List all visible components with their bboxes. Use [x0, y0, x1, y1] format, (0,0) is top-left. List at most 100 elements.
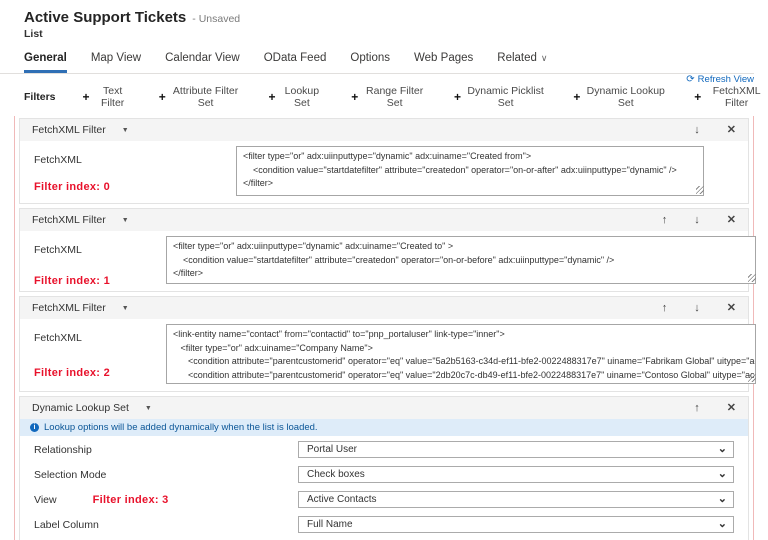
relationship-label: Relationship	[20, 444, 298, 456]
selection-mode-label: Selection Mode	[20, 469, 298, 481]
add-dynamic-lookup-set-label: Dynamic Lookup Set	[584, 85, 667, 109]
add-range-filter-set-label: Range Filter Set	[362, 85, 427, 109]
page-title: Active Support Tickets	[24, 9, 186, 26]
plus-icon: +	[694, 91, 701, 103]
section-header[interactable]: Dynamic Lookup Set ▼ ↑ ✕	[20, 397, 748, 419]
tab-web-pages[interactable]: Web Pages	[414, 52, 473, 73]
add-attribute-filter-set-label: Attribute Filter Set	[170, 85, 242, 109]
fetchxml-filter-section-0: FetchXML Filter ▼ ↓ ✕ FetchXML Filter in…	[19, 118, 749, 204]
tab-odata-feed-label: OData Feed	[264, 52, 327, 64]
selection-mode-value: Check boxes	[299, 469, 365, 480]
section-header[interactable]: FetchXML Filter ▼ ↓ ✕	[20, 119, 748, 141]
fetchxml-filter-section-2: FetchXML Filter ▼ ↑ ↓ ✕ FetchXML Filter …	[19, 296, 749, 392]
section-title: FetchXML Filter	[32, 302, 106, 314]
tab-web-pages-label: Web Pages	[414, 52, 473, 64]
filter-index-annotation: Filter index: 3	[93, 494, 169, 506]
section-title: FetchXML Filter	[32, 214, 106, 226]
tab-calendar-view[interactable]: Calendar View	[165, 52, 240, 73]
add-dynamic-picklist-set-label: Dynamic Picklist Set	[465, 85, 546, 109]
plus-icon: +	[351, 91, 358, 103]
delete-section-icon[interactable]: ✕	[727, 403, 736, 414]
section-title: FetchXML Filter	[32, 124, 106, 136]
view-label: View	[34, 494, 57, 506]
collapse-icon[interactable]: ▼	[145, 405, 152, 412]
move-up-icon[interactable]: ↑	[662, 303, 668, 314]
filters-toolbar: Filters + Text Filter + Attribute Filter S…	[0, 74, 768, 116]
view-value: Active Contacts	[299, 494, 376, 505]
label-column-value: Full Name	[299, 519, 353, 530]
section-header[interactable]: FetchXML Filter ▼ ↑ ↓ ✕	[20, 297, 748, 319]
delete-section-icon[interactable]: ✕	[727, 303, 736, 314]
add-range-filter-set-button[interactable]: + Range Filter Set	[351, 85, 427, 109]
tab-options[interactable]: Options	[350, 52, 390, 73]
section-header[interactable]: FetchXML Filter ▼ ↑ ↓ ✕	[20, 209, 748, 231]
resize-grip[interactable]	[748, 274, 756, 282]
move-down-icon[interactable]: ↓	[694, 303, 700, 314]
chevron-down-icon: ⌄	[718, 446, 727, 453]
selection-mode-select[interactable]: Check boxes ⌄	[298, 466, 734, 483]
tab-map-view-label: Map View	[91, 52, 141, 64]
page-header: Active Support Tickets - Unsaved List	[0, 0, 768, 40]
delete-section-icon[interactable]: ✕	[727, 215, 736, 226]
chevron-down-icon: ⌄	[718, 496, 727, 503]
tab-options-label: Options	[350, 52, 390, 64]
add-fetchxml-filter-label: FetchXML Filter	[705, 85, 768, 109]
resize-grip[interactable]	[696, 186, 704, 194]
view-row: View Filter index: 3 Active Contacts ⌄	[20, 488, 748, 511]
plus-icon: +	[268, 91, 275, 103]
plus-icon: +	[159, 91, 166, 103]
refresh-icon: ⟳	[686, 74, 694, 85]
add-text-filter-button[interactable]: + Text Filter	[83, 85, 132, 109]
fetchxml-textarea[interactable]: <filter type="or" adx:uiinputtype="dynam…	[236, 146, 704, 196]
add-dynamic-lookup-set-button[interactable]: + Dynamic Lookup Set	[573, 85, 667, 109]
fetchxml-textarea[interactable]: <link-entity name="contact" from="contac…	[166, 324, 756, 384]
add-text-filter-label: Text Filter	[94, 85, 132, 109]
relationship-select[interactable]: Portal User ⌄	[298, 441, 734, 458]
fetchxml-textarea[interactable]: <filter type="or" adx:uiinputtype="dynam…	[166, 236, 756, 284]
tab-general[interactable]: General	[24, 52, 67, 73]
plus-icon: +	[83, 91, 90, 103]
dynamic-lookup-set-section: Dynamic Lookup Set ▼ ↑ ✕ i Lookup option…	[19, 396, 749, 540]
refresh-view-link[interactable]: ⟳ Refresh View	[686, 74, 754, 85]
info-message-text: Lookup options will be added dynamically…	[44, 422, 318, 433]
chevron-down-icon: ∨	[541, 53, 548, 63]
add-fetchxml-filter-button[interactable]: + FetchXML Filter	[694, 85, 768, 109]
label-column-label: Label Column	[20, 519, 298, 531]
relationship-value: Portal User	[299, 444, 357, 455]
filters-sections-container: FetchXML Filter ▼ ↓ ✕ FetchXML Filter in…	[14, 116, 754, 540]
add-attribute-filter-set-button[interactable]: + Attribute Filter Set	[159, 85, 242, 109]
info-message-bar: i Lookup options will be added dynamical…	[20, 419, 748, 436]
add-lookup-set-button[interactable]: + Lookup Set	[268, 85, 324, 109]
unsaved-status: - Unsaved	[192, 13, 240, 25]
add-lookup-set-label: Lookup Set	[279, 85, 324, 109]
chevron-down-icon: ⌄	[718, 471, 727, 478]
selection-mode-row: Selection Mode Check boxes ⌄	[20, 463, 748, 486]
move-down-icon[interactable]: ↓	[694, 215, 700, 226]
collapse-icon[interactable]: ▼	[122, 305, 129, 312]
resize-grip[interactable]	[748, 374, 756, 382]
plus-icon: +	[573, 91, 580, 103]
tab-odata-feed[interactable]: OData Feed	[264, 52, 327, 73]
section-title: Dynamic Lookup Set	[32, 402, 129, 414]
add-dynamic-picklist-set-button[interactable]: + Dynamic Picklist Set	[454, 85, 546, 109]
list-configuration-page: Active Support Tickets - Unsaved List Ge…	[0, 0, 768, 540]
delete-section-icon[interactable]: ✕	[727, 125, 736, 136]
refresh-view-label: Refresh View	[698, 74, 754, 85]
filters-toolbar-title: Filters	[24, 91, 56, 103]
chevron-down-icon: ⌄	[718, 521, 727, 528]
fetchxml-filter-section-1: FetchXML Filter ▼ ↑ ↓ ✕ FetchXML Filter …	[19, 208, 749, 292]
entity-type-label: List	[24, 28, 768, 40]
plus-icon: +	[454, 91, 461, 103]
collapse-icon[interactable]: ▼	[122, 127, 129, 134]
view-select[interactable]: Active Contacts ⌄	[298, 491, 734, 508]
tab-bar: General Map View Calendar View OData Fee…	[0, 52, 768, 73]
collapse-icon[interactable]: ▼	[122, 217, 129, 224]
move-up-icon[interactable]: ↑	[694, 403, 700, 414]
info-icon: i	[30, 423, 39, 432]
move-down-icon[interactable]: ↓	[694, 125, 700, 136]
label-column-row: Label Column Full Name ⌄	[20, 513, 748, 536]
tab-related[interactable]: Related∨	[497, 52, 547, 73]
tab-map-view[interactable]: Map View	[91, 52, 141, 73]
label-column-select[interactable]: Full Name ⌄	[298, 516, 734, 533]
move-up-icon[interactable]: ↑	[662, 215, 668, 226]
